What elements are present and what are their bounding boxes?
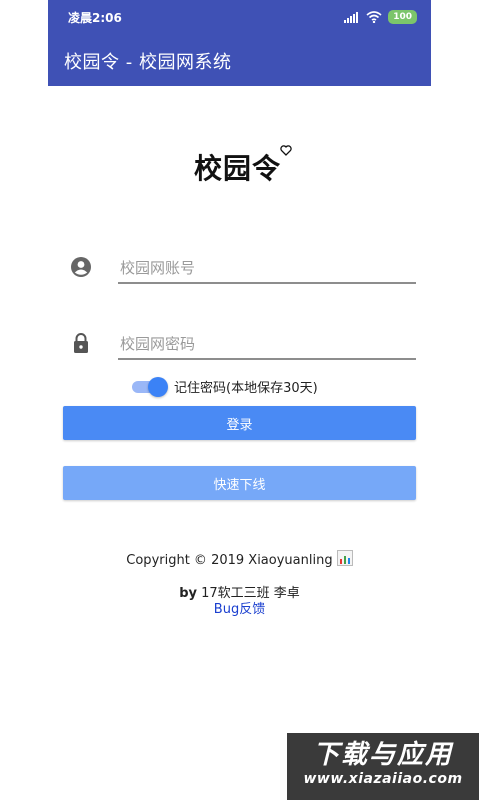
copyright-line: Copyright © 2019 Xiaoyuanling bbox=[48, 550, 431, 568]
password-input[interactable] bbox=[118, 330, 420, 358]
username-field bbox=[64, 244, 420, 298]
watermark-title: 下载与应用 bbox=[312, 740, 453, 770]
logo-text: 校园令 bbox=[194, 152, 282, 185]
quick-offline-button[interactable]: 快速下线 bbox=[63, 466, 416, 500]
username-underline bbox=[118, 282, 416, 284]
phone-screen: 凌晨2:06 100 校园令 - 校园网系统 校园令 校园网账号 记住密码(本地… bbox=[48, 0, 431, 800]
lock-icon bbox=[74, 333, 88, 353]
watermark-url: www.xiazaiiao.com bbox=[303, 771, 463, 787]
account-circle-icon bbox=[71, 257, 91, 277]
status-bar: 凌晨2:06 100 bbox=[48, 0, 431, 34]
app-title: 校园令 - 校园网系统 bbox=[64, 52, 232, 73]
password-field bbox=[64, 320, 420, 374]
switch-thumb bbox=[148, 377, 168, 397]
chart-badge-icon bbox=[336, 550, 353, 566]
login-button[interactable]: 登录 bbox=[63, 406, 416, 440]
wifi-icon bbox=[366, 11, 382, 23]
watermark: 下载与应用 www.xiazaiiao.com bbox=[287, 733, 479, 800]
battery-indicator: 100 bbox=[388, 10, 417, 24]
status-icons: 100 bbox=[344, 10, 417, 24]
remember-password-row: 记住密码(本地保存30天) bbox=[130, 374, 318, 398]
app-logo: 校园令 bbox=[194, 145, 294, 188]
password-underline bbox=[118, 358, 416, 360]
remember-password-switch[interactable] bbox=[130, 376, 170, 397]
username-input[interactable] bbox=[118, 254, 420, 282]
status-time: 凌晨2:06 bbox=[68, 10, 122, 25]
heart-icon bbox=[280, 145, 292, 156]
bug-feedback-link[interactable]: Bug反馈 bbox=[48, 598, 431, 617]
signal-icon bbox=[344, 12, 359, 23]
copyright-text: Copyright © 2019 Xiaoyuanling bbox=[126, 553, 333, 568]
top-bar: 凌晨2:06 100 校园令 - 校园网系统 bbox=[48, 0, 431, 86]
remember-password-label: 记住密码(本地保存30天) bbox=[174, 380, 318, 396]
